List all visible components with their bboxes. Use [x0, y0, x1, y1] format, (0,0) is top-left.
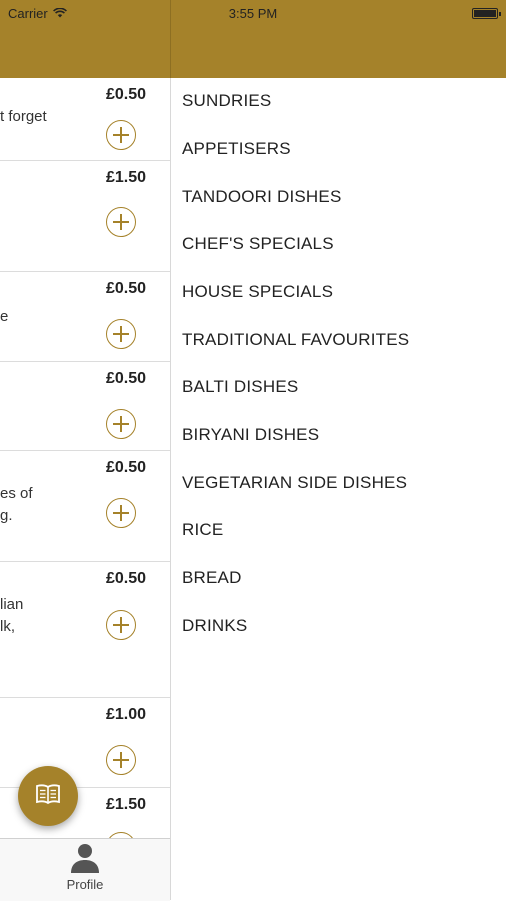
item-description: e — [0, 308, 9, 325]
battery-icon — [472, 8, 501, 19]
tab-profile-label: Profile — [66, 877, 104, 892]
add-to-cart-button[interactable] — [106, 120, 136, 150]
category-appetisers[interactable]: APPETISERS — [182, 139, 291, 159]
item-price: £0.50 — [105, 570, 146, 587]
add-to-cart-button[interactable] — [106, 745, 136, 775]
item-description: es of g. — [0, 485, 33, 524]
header-divider — [170, 0, 171, 78]
category-house-specials[interactable]: HOUSE SPECIALS — [182, 282, 333, 302]
category-traditional-favourites[interactable]: TRADITIONAL FAVOURITES — [182, 330, 409, 350]
menu-item: £0.50 es of g. — [0, 451, 170, 562]
category-bread[interactable]: BREAD — [182, 568, 242, 588]
item-price: £0.50 — [105, 86, 146, 103]
menu-book-button[interactable] — [18, 766, 78, 826]
category-vegetarian-side-dishes[interactable]: VEGETARIAN SIDE DISHES — [182, 473, 407, 493]
tab-profile[interactable]: Profile — [50, 839, 120, 901]
add-to-cart-button[interactable] — [106, 409, 136, 439]
add-to-cart-button[interactable] — [106, 319, 136, 349]
item-description: t forget — [0, 108, 47, 125]
category-drinks[interactable]: DRINKS — [182, 616, 247, 636]
item-price: £1.50 — [105, 796, 146, 813]
item-price: £0.50 — [105, 459, 146, 476]
status-time: 3:55 PM — [228, 6, 278, 21]
item-description: lian lk, — [0, 596, 24, 635]
menu-item: £0.50 t forget — [0, 78, 170, 161]
add-to-cart-button[interactable] — [106, 498, 136, 528]
category-list: SUNDRIES APPETISERS TANDOORI DISHES CHEF… — [171, 78, 506, 900]
add-to-cart-button[interactable] — [106, 610, 136, 640]
book-icon — [35, 783, 61, 810]
category-tandoori-dishes[interactable]: TANDOORI DISHES — [182, 187, 341, 207]
menu-item: £1.50 — [0, 161, 170, 272]
profile-icon — [68, 842, 102, 879]
item-price: £0.50 — [105, 280, 146, 297]
menu-item: £0.50 — [0, 362, 170, 451]
item-price: £1.00 — [105, 706, 146, 723]
tab-bar: Profile — [0, 838, 170, 901]
category-biryani-dishes[interactable]: BIRYANI DISHES — [182, 425, 319, 445]
category-sundries[interactable]: SUNDRIES — [182, 91, 271, 111]
category-balti-dishes[interactable]: BALTI DISHES — [182, 377, 298, 397]
header-bar: Carrier 3:55 PM — [0, 0, 506, 78]
item-price: £1.50 — [105, 169, 146, 186]
item-price: £0.50 — [105, 370, 146, 387]
add-to-cart-button[interactable] — [106, 207, 136, 237]
category-rice[interactable]: RICE — [182, 520, 223, 540]
menu-item: £0.50 e — [0, 272, 170, 362]
menu-item: £0.50 lian lk, — [0, 562, 170, 698]
category-chefs-specials[interactable]: CHEF'S SPECIALS — [182, 234, 334, 254]
